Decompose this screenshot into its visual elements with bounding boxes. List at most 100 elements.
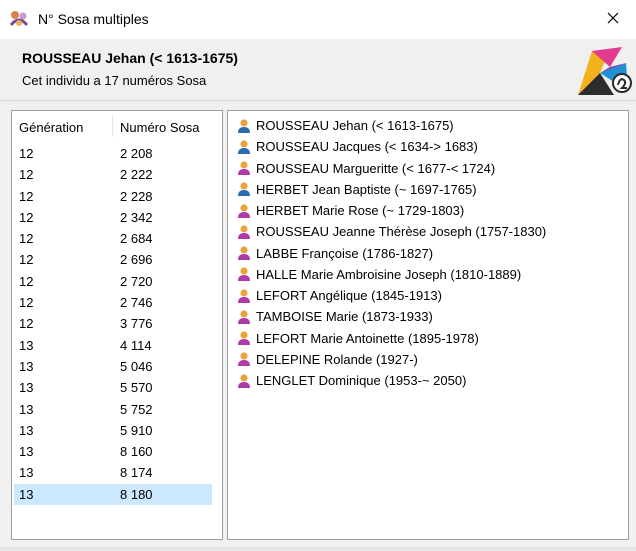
list-item[interactable]: HERBET Marie Rose (~ 1729-1803): [236, 200, 546, 221]
generation-cell: 12: [19, 167, 34, 183]
person-label: LENGLET Dominique (1953-~ 2050): [256, 373, 467, 389]
individual-name: ROUSSEAU Jehan (< 1613-1675): [22, 50, 238, 66]
list-item[interactable]: LABBE Françoise (1786-1827): [236, 243, 546, 264]
person-label: TAMBOISE Marie (1873-1933): [256, 309, 433, 325]
female-person-icon: [236, 288, 252, 304]
list-item[interactable]: DELEPINE Rolande (1927-): [236, 349, 546, 370]
person-label: DELEPINE Rolande (1927-): [256, 351, 418, 367]
generation-cell: 12: [19, 273, 34, 289]
sosa-count-text: Cet individu a 17 numéros Sosa: [22, 73, 207, 88]
table-row[interactable]: 13 4 114: [12, 335, 222, 356]
list-item[interactable]: LEFORT Angélique (1845-1913): [236, 285, 546, 306]
female-person-icon: [236, 309, 252, 325]
female-person-icon: [236, 160, 252, 176]
female-person-icon: [236, 224, 252, 240]
table-row[interactable]: 12 2 228: [12, 186, 222, 207]
individual-header: ROUSSEAU Jehan (< 1613-1675) Cet individ…: [0, 39, 636, 101]
table-row[interactable]: 12 2 208: [12, 143, 222, 164]
table-row[interactable]: 12 2 342: [12, 207, 222, 228]
column-header-generation[interactable]: Génération: [19, 120, 83, 135]
list-item[interactable]: ROUSSEAU Jehan (< 1613-1675): [236, 115, 546, 136]
generation-cell: 13: [19, 422, 34, 438]
table-row[interactable]: 12 2 222: [12, 164, 222, 185]
list-item[interactable]: ROUSSEAU Jacques (< 1634-> 1683): [236, 136, 546, 157]
list-item[interactable]: HERBET Jean Baptiste (~ 1697-1765): [236, 179, 546, 200]
list-item[interactable]: ROUSSEAU Jeanne Thérèse Joseph (1757-183…: [236, 221, 546, 242]
generation-cell: 13: [19, 465, 34, 481]
table-row[interactable]: 13 5 752: [12, 399, 222, 420]
sosa-number-cell: 2 746: [120, 295, 153, 311]
sosa-number-cell: 8 174: [120, 465, 153, 481]
list-item[interactable]: ROUSSEAU Margueritte (< 1677-< 1724): [236, 158, 546, 179]
female-person-icon: [236, 351, 252, 367]
table-row[interactable]: 12 2 720: [12, 271, 222, 292]
table-row[interactable]: 12 3 776: [12, 313, 222, 334]
female-person-icon: [236, 203, 252, 219]
lineage-list[interactable]: ROUSSEAU Jehan (< 1613-1675) ROUSSEAU Jac…: [227, 110, 629, 540]
sosa-number-cell: 2 684: [120, 231, 153, 247]
person-label: LEFORT Angélique (1845-1913): [256, 288, 442, 304]
generation-cell: 13: [19, 401, 34, 417]
sosa-number-cell: 2 228: [120, 188, 153, 204]
male-person-icon: [236, 181, 252, 197]
close-icon: [607, 12, 619, 27]
list-item[interactable]: LENGLET Dominique (1953-~ 2050): [236, 370, 546, 391]
table-row[interactable]: 13 5 046: [12, 356, 222, 377]
generation-cell: 12: [19, 231, 34, 247]
heredis-logo: [570, 43, 636, 99]
person-label: HERBET Marie Rose (~ 1729-1803): [256, 203, 465, 219]
list-header: Génération Numéro Sosa: [12, 111, 222, 141]
generation-cell: 12: [19, 252, 34, 268]
close-button[interactable]: [590, 0, 636, 39]
table-row[interactable]: 12 2 684: [12, 228, 222, 249]
female-person-icon: [236, 245, 252, 261]
person-label: LEFORT Marie Antoinette (1895-1978): [256, 330, 479, 346]
sosa-number-cell: 5 570: [120, 380, 153, 396]
sosa-number-cell: 3 776: [120, 316, 153, 332]
generation-cell: 12: [19, 295, 34, 311]
sosa-numbers-list[interactable]: Génération Numéro Sosa 12 2 208 12 2 222 12 2…: [11, 110, 223, 540]
list-item[interactable]: TAMBOISE Marie (1873-1933): [236, 306, 546, 327]
person-label: HERBET Jean Baptiste (~ 1697-1765): [256, 181, 477, 197]
title-bar: N° Sosa multiples: [0, 0, 636, 39]
table-row[interactable]: 13 8 180: [14, 483, 212, 506]
generation-cell: 13: [19, 380, 34, 396]
sosa-number-cell: 2 222: [120, 167, 153, 183]
female-person-icon: [236, 330, 252, 346]
female-person-icon: [236, 373, 252, 389]
generation-cell: 13: [19, 486, 34, 502]
column-header-sosa-number[interactable]: Numéro Sosa: [120, 120, 199, 135]
table-row[interactable]: 12 2 696: [12, 249, 222, 270]
content-area: Génération Numéro Sosa 12 2 208 12 2 222 12 2…: [0, 101, 636, 551]
sosa-number-cell: 2 696: [120, 252, 153, 268]
table-row[interactable]: 13 5 910: [12, 420, 222, 441]
window-title: N° Sosa multiples: [38, 11, 149, 27]
list-item[interactable]: HALLE Marie Ambroisine Joseph (1810-1889…: [236, 264, 546, 285]
table-row[interactable]: 13 8 174: [12, 462, 222, 483]
person-label: HALLE Marie Ambroisine Joseph (1810-1889…: [256, 266, 522, 282]
table-row[interactable]: 13 8 160: [12, 441, 222, 462]
sosa-number-cell: 4 114: [120, 337, 152, 353]
generation-cell: 13: [19, 358, 34, 374]
person-label: LABBE Françoise (1786-1827): [256, 245, 434, 261]
generation-cell: 12: [19, 316, 34, 332]
generation-cell: 12: [19, 146, 34, 161]
person-label: ROUSSEAU Jacques (< 1634-> 1683): [256, 139, 478, 155]
female-person-icon: [236, 266, 252, 282]
person-label: ROUSSEAU Jeanne Thérèse Joseph (1757-183…: [256, 224, 547, 240]
person-label: ROUSSEAU Jehan (< 1613-1675): [256, 118, 454, 134]
generation-cell: 12: [19, 188, 34, 204]
generation-cell: 13: [19, 444, 34, 460]
sosa-number-cell: 2 342: [120, 209, 153, 225]
column-separator[interactable]: [112, 115, 113, 137]
genealogy-app-icon: [8, 9, 30, 29]
person-label: ROUSSEAU Margueritte (< 1677-< 1724): [256, 160, 496, 176]
sosa-number-cell: 8 180: [120, 486, 153, 502]
list-item[interactable]: LEFORT Marie Antoinette (1895-1978): [236, 328, 546, 349]
male-person-icon: [236, 139, 252, 155]
male-person-icon: [236, 118, 252, 134]
sosa-number-cell: 2 208: [120, 146, 153, 161]
table-row[interactable]: 13 5 570: [12, 377, 222, 398]
table-row[interactable]: 12 2 746: [12, 292, 222, 313]
generation-cell: 12: [19, 209, 34, 225]
